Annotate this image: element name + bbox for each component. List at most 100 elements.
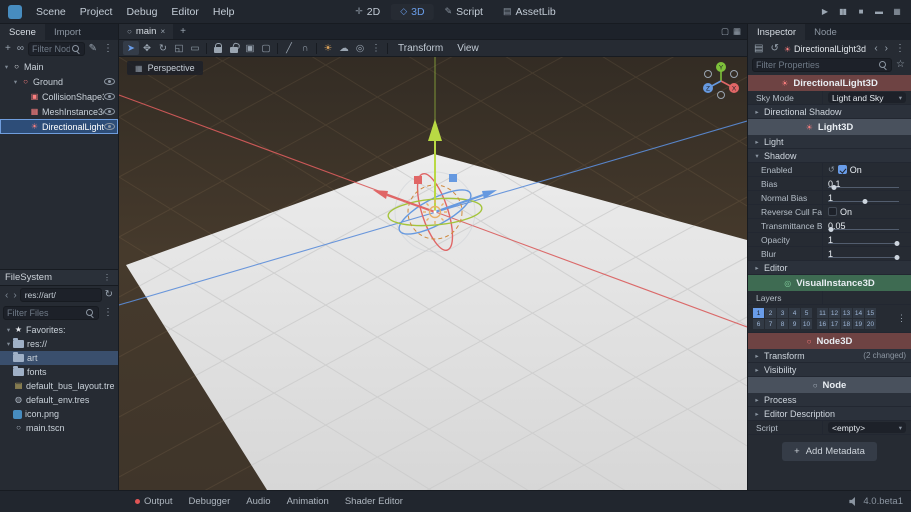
ungroup-icon[interactable]: ▢: [258, 41, 274, 55]
opacity-field[interactable]: 1: [822, 233, 911, 246]
lock-icon[interactable]: [210, 41, 226, 55]
tab-inspector[interactable]: Inspector: [748, 24, 805, 40]
group-visibility[interactable]: ▸ Visibility: [748, 363, 911, 377]
group-editor-description[interactable]: ▸ Editor Description: [748, 407, 911, 421]
bottom-tab-animation[interactable]: Animation: [280, 494, 336, 509]
file-sort-icon[interactable]: ⋮: [101, 307, 115, 319]
collapse-icon[interactable]: ▾: [11, 78, 20, 86]
category-node3d[interactable]: ○ Node3D: [748, 333, 911, 349]
layer-cell[interactable]: 10: [801, 319, 812, 329]
layer-cell[interactable]: 13: [841, 308, 852, 318]
workspace-2d-button[interactable]: ✛2D: [346, 4, 389, 20]
fs-row-default-bus-layout[interactable]: ▤ default_bus_layout.tres: [0, 379, 118, 393]
filter-properties-input[interactable]: [756, 60, 877, 70]
fs-row-res[interactable]: ▾ res://: [0, 337, 118, 351]
attach-script-icon[interactable]: ✎: [87, 43, 99, 55]
add-node-icon[interactable]: +: [3, 43, 13, 55]
bottom-tab-audio[interactable]: Audio: [239, 494, 277, 509]
bias-field[interactable]: 0.1: [822, 177, 911, 190]
layer-cell[interactable]: 11: [817, 308, 828, 318]
unlock-icon[interactable]: [226, 41, 242, 55]
filter-files-input[interactable]: [7, 308, 84, 318]
layer-cell[interactable]: 6: [753, 319, 764, 329]
distraction-free-icon[interactable]: ▢: [721, 26, 729, 37]
slider-handle[interactable]: [831, 185, 836, 190]
filter-node-input[interactable]: [32, 44, 70, 54]
fs-row-main-tscn[interactable]: ○ main.tscn: [0, 421, 118, 435]
editor-layout-icon[interactable]: ▦: [888, 5, 905, 18]
layer-cell[interactable]: 5: [801, 308, 812, 318]
ruler-icon[interactable]: ╱: [281, 41, 297, 55]
layer-cell[interactable]: 17: [829, 319, 840, 329]
fs-row-icon-png[interactable]: icon.png: [0, 407, 118, 421]
layer-cell[interactable]: 1: [753, 308, 764, 318]
speaker-icon[interactable]: [849, 497, 858, 506]
tree-row-directionallight3d[interactable]: ☀ DirectionalLight3d: [0, 119, 118, 134]
workspace-3d-button[interactable]: ◇3D: [391, 4, 433, 20]
preview-environment-icon[interactable]: ☁: [336, 41, 352, 55]
menu-help[interactable]: Help: [206, 4, 242, 20]
tab-node[interactable]: Node: [805, 24, 846, 40]
menu-debug[interactable]: Debug: [119, 4, 164, 20]
visibility-eye-icon[interactable]: [104, 123, 115, 130]
layer-cell[interactable]: 12: [829, 308, 840, 318]
rotate-tool-icon[interactable]: ↻: [155, 41, 171, 55]
movie-mode-icon[interactable]: ▬: [870, 5, 887, 18]
refresh-icon[interactable]: ↻: [103, 289, 115, 301]
back-icon[interactable]: ‹: [872, 43, 879, 55]
visibility-eye-icon[interactable]: [104, 78, 115, 85]
slider-handle[interactable]: [894, 255, 899, 260]
category-node[interactable]: ○ Node: [748, 377, 911, 393]
tree-row-ground[interactable]: ▾ ○ Ground: [0, 74, 118, 89]
tab-scene[interactable]: Scene: [0, 24, 45, 40]
layer-cell[interactable]: 19: [853, 319, 864, 329]
group-light[interactable]: ▸ Light: [748, 135, 911, 149]
forward-icon[interactable]: ›: [11, 290, 18, 301]
bottom-tab-output[interactable]: Output: [128, 494, 180, 509]
layer-cell[interactable]: 7: [765, 319, 776, 329]
forward-icon[interactable]: ›: [883, 43, 890, 55]
fs-row-favorites[interactable]: ▾ ★ Favorites:: [0, 323, 118, 337]
viewport-canvas[interactable]: Y X Z ▦ Perspective: [119, 57, 747, 490]
scale-tool-icon[interactable]: ◱: [171, 41, 187, 55]
group-shadow[interactable]: ▾ Shadow: [748, 149, 911, 163]
group-editor[interactable]: ▸ Editor: [748, 261, 911, 275]
visibility-eye-icon[interactable]: [104, 93, 115, 100]
select-tool-icon[interactable]: ➤: [123, 41, 139, 55]
menu-scene[interactable]: Scene: [29, 4, 73, 20]
layer-cell[interactable]: 9: [789, 319, 800, 329]
menu-project[interactable]: Project: [73, 4, 120, 20]
category-light3d[interactable]: ☀ Light3D: [748, 119, 911, 135]
transform-menu[interactable]: Transform: [391, 43, 450, 54]
view-menu[interactable]: View: [450, 43, 486, 54]
bottom-tab-debugger[interactable]: Debugger: [182, 494, 238, 509]
blur-field[interactable]: 1: [822, 247, 911, 260]
tab-import[interactable]: Import: [45, 24, 90, 40]
group-icon[interactable]: ▣: [242, 41, 258, 55]
visibility-eye-icon[interactable]: [104, 108, 115, 115]
scene-menu-dots-icon[interactable]: ⋮: [101, 43, 115, 55]
inspector-menu-dots-icon[interactable]: ⋮: [893, 43, 907, 55]
stop-icon[interactable]: ■: [852, 5, 869, 18]
gizmo-xy-plane-handle[interactable]: [414, 176, 422, 184]
scene-tab-main[interactable]: ○ main ×: [119, 24, 173, 39]
history-doc-icon[interactable]: ▤: [752, 43, 765, 55]
list-select-tool-icon[interactable]: ▭: [187, 41, 203, 55]
collapse-icon[interactable]: ▾: [4, 326, 13, 334]
layers-menu-dots-icon[interactable]: ⋮: [897, 313, 906, 324]
layer-cell[interactable]: 20: [865, 319, 876, 329]
slider-handle[interactable]: [894, 241, 899, 246]
category-directionallight3d[interactable]: ☀ DirectionalLight3D: [748, 75, 911, 91]
collapse-icon[interactable]: ▾: [4, 340, 13, 348]
workspace-script-button[interactable]: ✎Script: [436, 4, 492, 20]
category-visualinstance3d[interactable]: ◎ VisualInstance3D: [748, 275, 911, 291]
camera-preview-icon[interactable]: ◎: [352, 41, 368, 55]
layer-cell[interactable]: 15: [865, 308, 876, 318]
new-scene-tab-button[interactable]: +: [173, 24, 193, 39]
revert-icon[interactable]: ↺: [828, 165, 835, 174]
layer-cell[interactable]: 8: [777, 319, 788, 329]
close-icon[interactable]: ×: [160, 27, 165, 36]
group-transform[interactable]: ▸ Transform (2 changed): [748, 349, 911, 363]
group-directional-shadow[interactable]: ▸ Directional Shadow: [748, 105, 911, 119]
instance-scene-icon[interactable]: ∞: [15, 43, 26, 55]
